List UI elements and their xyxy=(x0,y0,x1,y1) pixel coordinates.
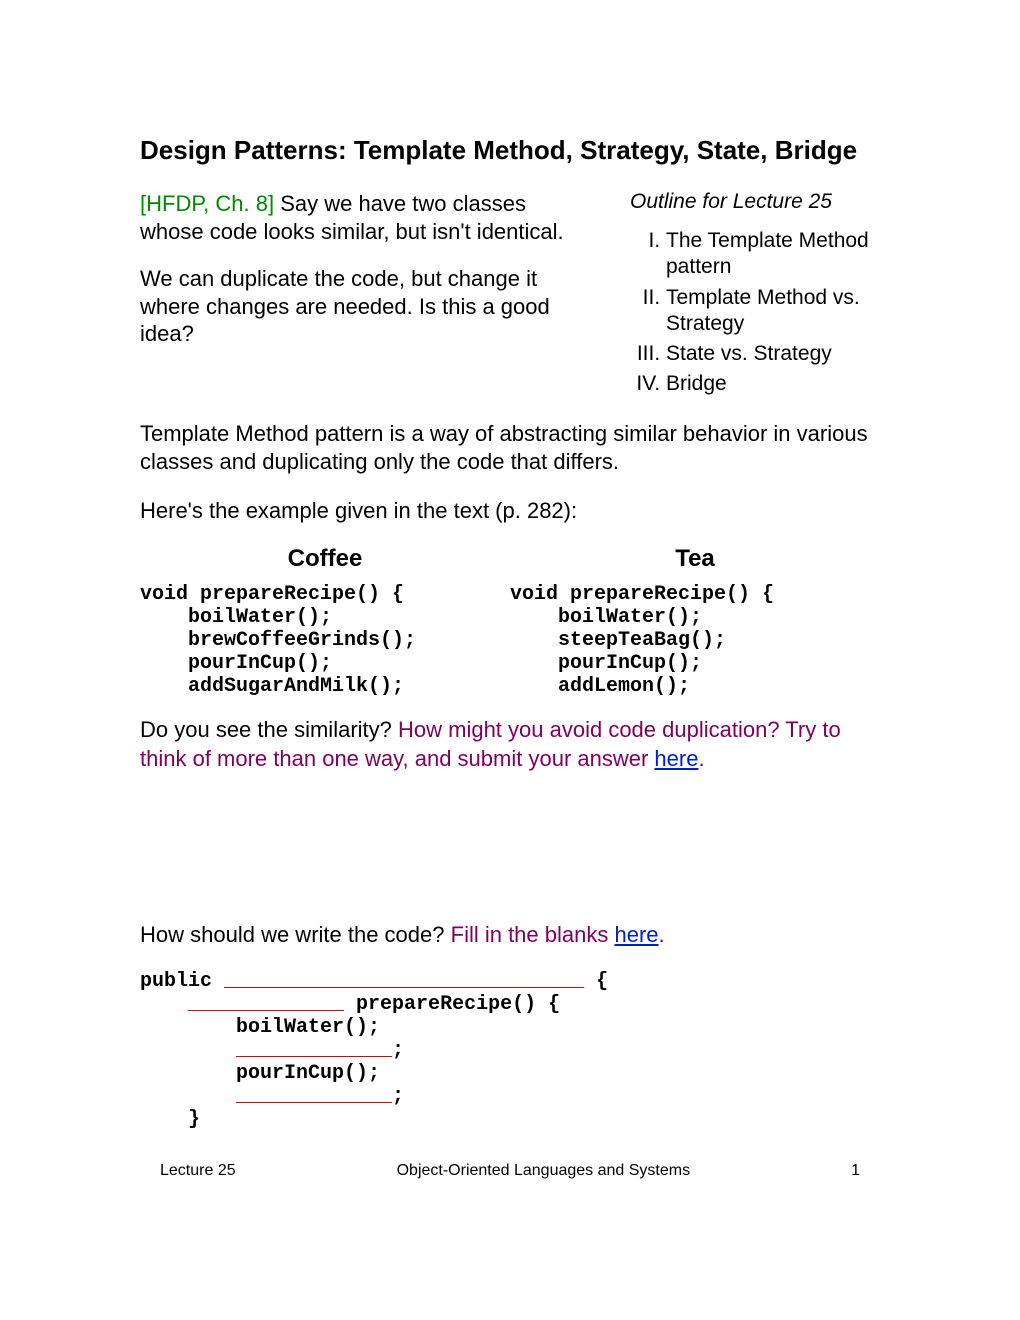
paragraph: Template Method pattern is a way of abst… xyxy=(140,420,880,477)
outline-item: The Template Method pattern xyxy=(666,228,880,281)
outline-title: Outline for Lecture 25 xyxy=(630,190,880,214)
here-link[interactable]: here xyxy=(654,746,698,771)
outline-box: Outline for Lecture 25 The Template Meth… xyxy=(630,190,880,402)
paragraph: Here's the example given in the text (p.… xyxy=(140,497,880,526)
blank: _____________ xyxy=(236,1039,392,1062)
outline-item: Template Method vs. Strategy xyxy=(666,285,880,338)
footer-center: Object-Oriented Languages and Systems xyxy=(397,1162,691,1180)
question-2: How should we write the code? Fill in th… xyxy=(140,921,880,950)
fill-blank-code: public ______________________________ { … xyxy=(140,970,880,1131)
tea-heading: Tea xyxy=(510,545,880,573)
intro-text: [HFDP, Ch. 8] Say we have two classes wh… xyxy=(140,190,590,402)
here-link[interactable]: here xyxy=(614,922,658,947)
intro-line-2: We can duplicate the code, but change it… xyxy=(140,265,590,348)
blank: _____________ xyxy=(236,1085,392,1108)
outline-item: State vs. Strategy xyxy=(666,341,880,367)
q2-prompt: Fill in the blanks here. xyxy=(451,922,665,947)
outline-item: Bridge xyxy=(666,371,880,397)
q1-plain: Do you see the similarity? xyxy=(140,717,398,742)
footer-right: 1 xyxy=(851,1162,860,1180)
q2-plain: How should we write the code? xyxy=(140,922,451,947)
tea-code: void prepareRecipe() { boilWater(); stee… xyxy=(510,583,880,698)
intro-row: [HFDP, Ch. 8] Say we have two classes wh… xyxy=(140,190,880,402)
blank: ______________________________ xyxy=(224,970,584,993)
page-title: Design Patterns: Template Method, Strate… xyxy=(140,135,880,166)
footer-left: Lecture 25 xyxy=(160,1162,236,1180)
body-text: Template Method pattern is a way of abst… xyxy=(140,420,880,526)
code-columns: Coffee void prepareRecipe() { boilWater(… xyxy=(140,545,880,698)
coffee-heading: Coffee xyxy=(140,545,510,573)
page-footer: Lecture 25 Object-Oriented Languages and… xyxy=(0,1162,1020,1180)
blank: _____________ xyxy=(188,993,344,1016)
coffee-code: void prepareRecipe() { boilWater(); brew… xyxy=(140,583,510,698)
question-1: Do you see the similarity? How might you… xyxy=(140,716,880,773)
reference-tag: [HFDP, Ch. 8] xyxy=(140,191,274,216)
